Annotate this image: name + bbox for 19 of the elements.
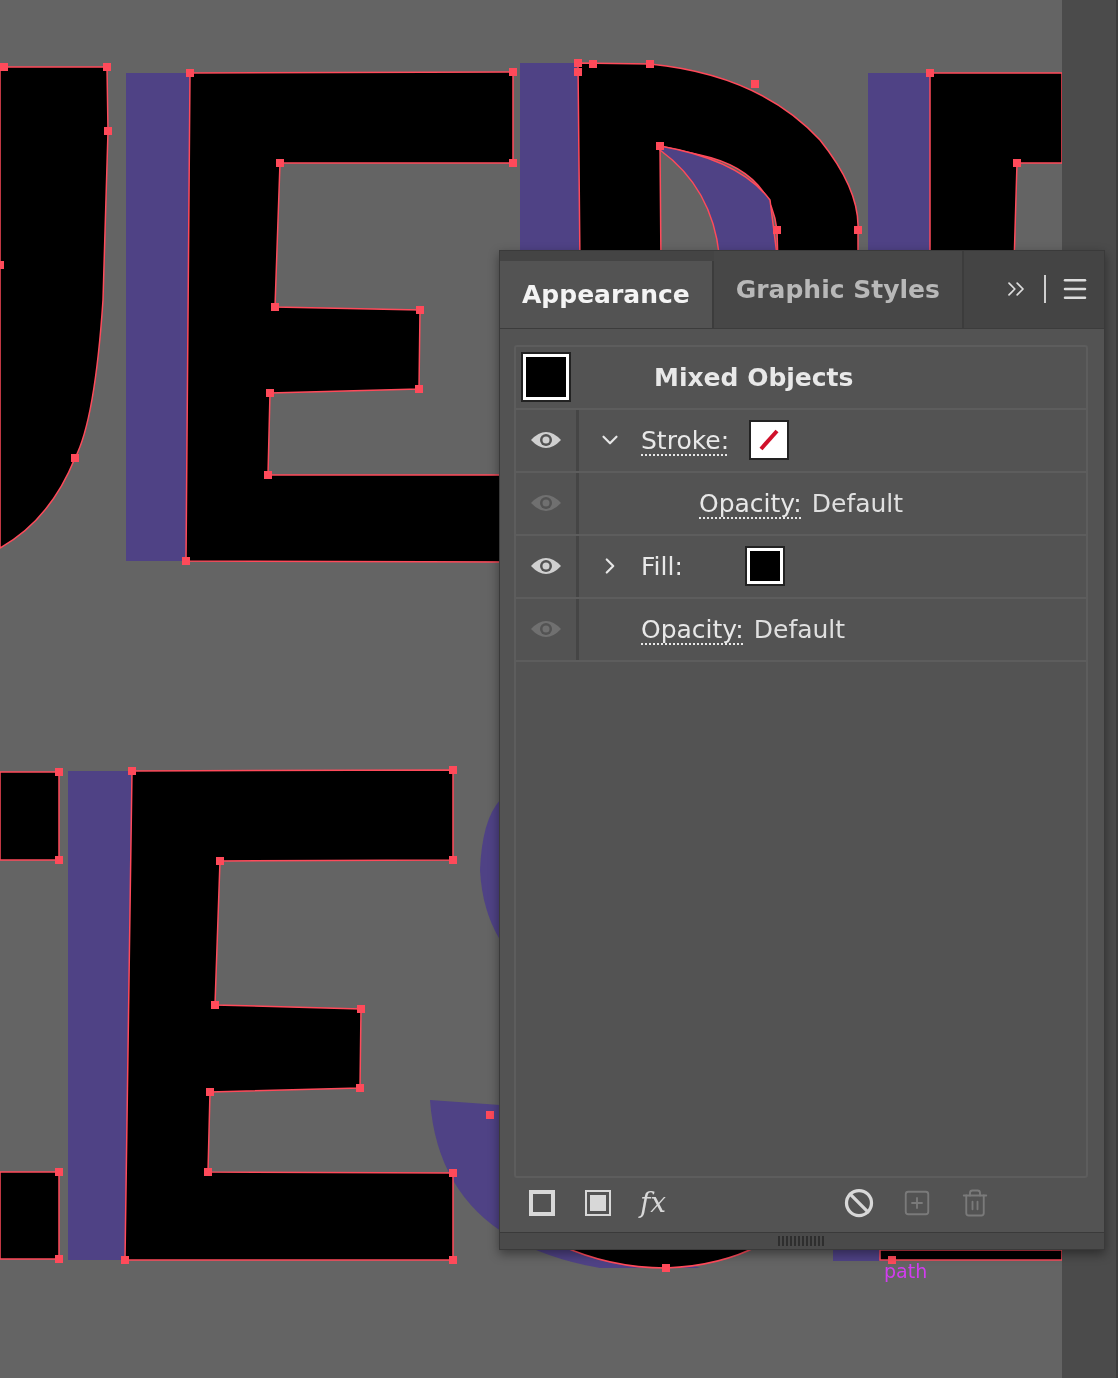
fill-swatch[interactable]	[746, 548, 783, 585]
panel-tab[interactable]: Appearance	[500, 261, 714, 328]
eye-icon[interactable]	[530, 430, 562, 451]
fill-link[interactable]: Fill:	[641, 551, 683, 581]
resize-grip-icon[interactable]	[778, 1236, 826, 1246]
eye-icon[interactable]	[530, 556, 562, 577]
opacity-value: Default	[811, 488, 904, 518]
smart-guide-label: path	[884, 1262, 928, 1281]
opacity-link[interactable]: Opacity:	[699, 488, 802, 518]
effects-button[interactable]: fx	[640, 1189, 667, 1218]
stroke-swatch[interactable]	[751, 422, 788, 459]
stroke-link[interactable]: Stroke:	[641, 425, 730, 455]
add-stroke-button[interactable]	[528, 1189, 556, 1218]
object-thumbnail	[523, 354, 569, 401]
selection-title: Mixed Objects	[654, 362, 854, 392]
opacity-link[interactable]: Opacity:	[641, 614, 744, 644]
clear-appearance-button[interactable]	[844, 1188, 875, 1219]
opacity-value: Default	[753, 614, 846, 644]
add-fill-button[interactable]	[584, 1189, 612, 1218]
